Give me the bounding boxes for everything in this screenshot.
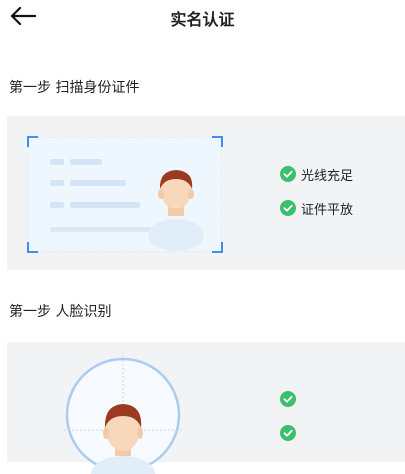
check-circle-icon bbox=[280, 391, 296, 407]
check-item: 证件平放 bbox=[280, 198, 353, 218]
step-id-scan-label: 第一步 扫描身份证件 bbox=[9, 80, 140, 96]
check-circle-icon bbox=[280, 166, 296, 182]
check-circle-icon bbox=[280, 425, 296, 441]
scan-corner-icon bbox=[27, 242, 38, 253]
step-face-label: 第一步 人脸识别 bbox=[9, 304, 112, 320]
id-card-lines-icon bbox=[27, 136, 223, 253]
check-item bbox=[280, 389, 301, 409]
check-label: 光线充足 bbox=[301, 168, 354, 184]
check-item: 光线充足 bbox=[280, 164, 353, 184]
check-item bbox=[280, 423, 301, 443]
face-scan-requirements bbox=[280, 389, 301, 457]
scan-corner-icon bbox=[212, 242, 223, 253]
scan-corner-icon bbox=[27, 136, 38, 147]
id-scan-card: 光线充足 证件平放 bbox=[7, 116, 405, 270]
page-title: 实名认证 bbox=[170, 10, 235, 29]
check-label: 证件平放 bbox=[301, 202, 354, 218]
face-scan-card bbox=[7, 342, 405, 474]
portrait-icon bbox=[148, 170, 204, 251]
check-circle-icon bbox=[280, 200, 296, 216]
face-scan-frame-icon bbox=[64, 356, 182, 474]
id-scan-requirements: 光线充足 证件平放 bbox=[280, 164, 353, 232]
header-bar: 实名认证 bbox=[0, 0, 405, 34]
scan-corner-icon bbox=[212, 136, 223, 147]
id-card-illustration bbox=[27, 136, 223, 253]
